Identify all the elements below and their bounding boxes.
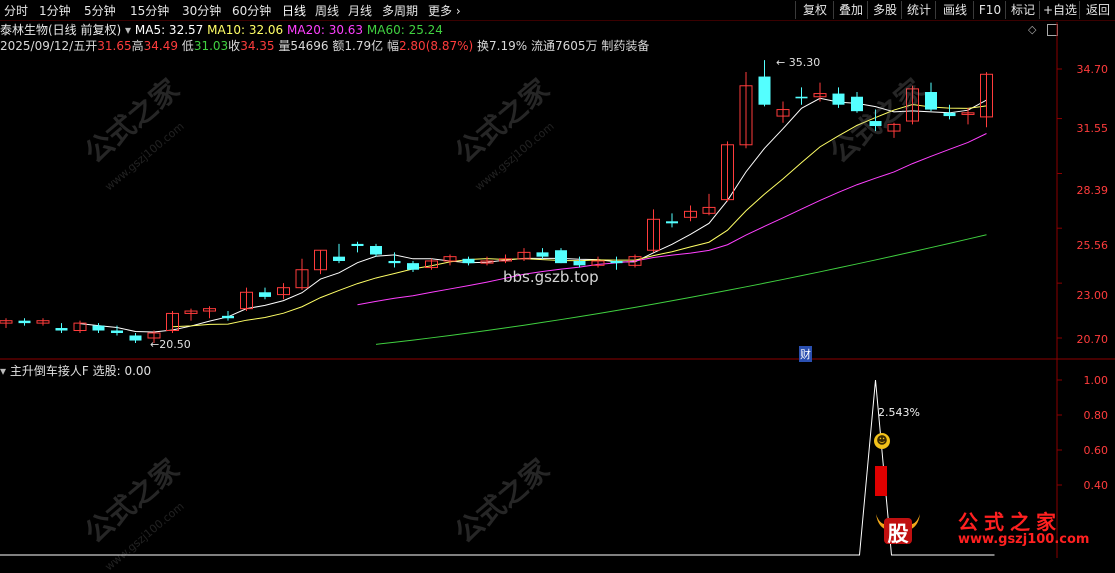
indicator-line <box>0 379 995 556</box>
indicator-tick: 0.80 <box>1083 409 1109 422</box>
brand-name: 公式之家 <box>958 510 1062 534</box>
candle-body-down <box>573 260 586 266</box>
finance-event-marker[interactable]: 财 <box>799 346 812 362</box>
candle-body-down <box>795 96 808 99</box>
indicator-pct-label: 2.543% <box>878 406 920 419</box>
indicator-value: 选股: 0.00 <box>92 364 152 378</box>
price-tick: 23.00 <box>1076 289 1109 302</box>
ma60-line <box>375 234 987 345</box>
smiley-icon: ☻ <box>874 433 890 449</box>
candle-body-down <box>610 260 623 264</box>
candle-body-down <box>259 292 271 297</box>
candle-body-down <box>18 320 31 324</box>
candle-body-down <box>111 330 123 333</box>
low-annotation: ←20.50 <box>150 338 191 351</box>
indicator-name[interactable]: 主升倒车接人F <box>10 364 89 378</box>
candle-body-down <box>55 328 68 331</box>
indicator-tick: 1.00 <box>1083 374 1109 387</box>
candle-body-down <box>462 258 475 264</box>
price-tick: 34.70 <box>1076 63 1109 76</box>
low-annotation-value: 20.50 <box>159 338 191 351</box>
candle-body-down <box>351 243 364 247</box>
brand-url: www.gszj100.com <box>958 532 1090 547</box>
indicator-tick: 0.60 <box>1083 444 1109 457</box>
indicator-header: ▾ 主升倒车接人F 选股: 0.00 <box>0 362 151 379</box>
candle-body-down <box>222 315 234 319</box>
candle-body-down <box>536 252 549 257</box>
candle-body-down <box>333 256 345 261</box>
price-tick: 20.70 <box>1076 333 1109 346</box>
price-tick: 25.56 <box>1076 239 1109 252</box>
candle-body-down <box>869 121 882 127</box>
candle-body-down <box>370 246 382 255</box>
logo-badge: 股 <box>872 508 924 548</box>
candle-body-down <box>925 92 937 110</box>
candle-body-down <box>758 76 771 105</box>
price-tick: 28.39 <box>1076 184 1109 197</box>
signal-bar <box>875 466 887 496</box>
ma10-line <box>172 104 987 328</box>
candle-body-down <box>851 96 863 112</box>
candle-body-down <box>555 250 567 264</box>
indicator-settings-icon[interactable]: ▾ <box>0 364 6 378</box>
candle-body-down <box>832 93 845 105</box>
ma5-line <box>79 97 987 333</box>
high-annotation-value: 35.30 <box>788 56 821 69</box>
candle-body-down <box>92 325 105 331</box>
candle-body-down <box>407 263 419 270</box>
candle-body-down <box>388 260 401 264</box>
center-watermark: bbs.gszb.top <box>503 268 599 286</box>
candle-body-down <box>129 335 142 341</box>
indicator-tick: 0.40 <box>1083 479 1109 492</box>
candle-body-down <box>943 112 956 117</box>
price-tick: 31.55 <box>1076 122 1109 135</box>
candle-body-down <box>666 221 678 224</box>
high-annotation: ← 35.30 <box>776 56 821 69</box>
logo-char: 股 <box>887 522 909 546</box>
